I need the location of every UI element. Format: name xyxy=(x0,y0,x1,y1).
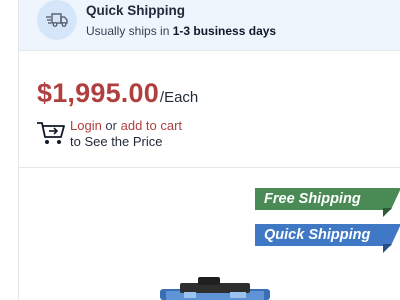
shipping-title: Quick Shipping xyxy=(86,3,186,18)
or-text: or xyxy=(101,118,121,133)
section-divider xyxy=(19,167,400,168)
price-unit: /Each xyxy=(159,89,199,106)
quick-shipping-ribbon: Quick Shipping xyxy=(255,224,400,246)
price-amount: $1,995.00 xyxy=(37,78,159,108)
login-prompt: Login or add to cart xyxy=(70,118,182,133)
product-panel: Quick Shipping Usually ships in 1-3 busi… xyxy=(18,0,400,300)
shipping-icon-badge xyxy=(37,0,77,40)
login-link[interactable]: Login xyxy=(70,118,102,133)
quick-shipping-ribbon-fold xyxy=(383,244,392,253)
add-to-cart-link[interactable]: add to cart xyxy=(121,118,182,133)
free-shipping-ribbon-fold xyxy=(383,208,392,217)
shipping-subtitle: Usually ships in 1-3 business days xyxy=(86,24,276,38)
product-image xyxy=(160,277,270,300)
cart-icon xyxy=(37,122,65,144)
price-row: $1,995.00 /Each xyxy=(37,78,198,109)
free-shipping-ribbon: Free Shipping xyxy=(255,188,400,210)
shipping-subtitle-prefix: Usually ships in xyxy=(86,24,173,38)
shipping-days: 1-3 business days xyxy=(172,24,277,38)
shipping-banner: Quick Shipping Usually ships in 1-3 busi… xyxy=(19,0,400,51)
see-price-text: to See the Price xyxy=(70,134,163,149)
truck-fast-icon xyxy=(46,13,68,27)
